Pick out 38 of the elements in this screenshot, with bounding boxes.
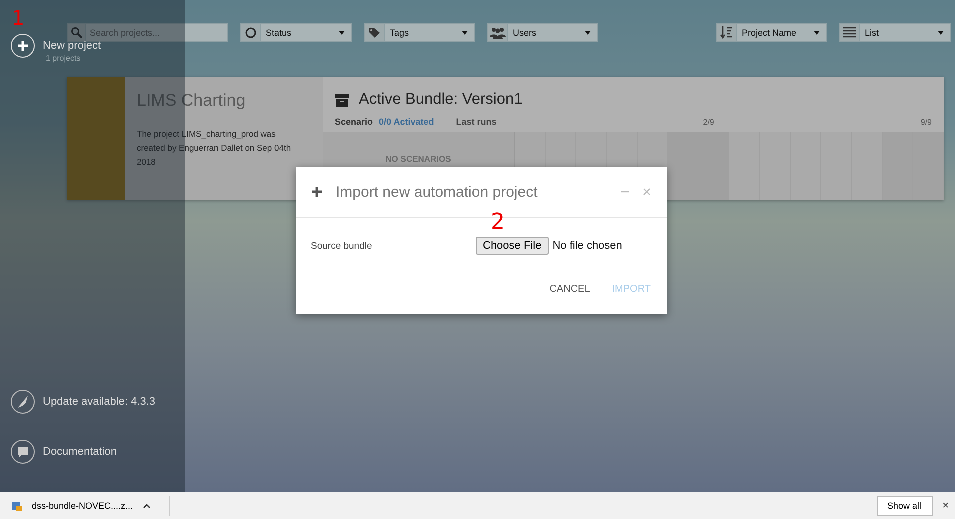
view-dropdown[interactable]: List	[839, 23, 951, 42]
source-bundle-label: Source bundle	[311, 240, 374, 252]
update-available-link[interactable]: Update available: 4.3.3	[43, 396, 156, 408]
new-project-link[interactable]: New project	[43, 40, 102, 52]
file-icon	[12, 500, 22, 510]
last-runs-label: Last runs	[456, 117, 497, 127]
tag-icon	[368, 26, 382, 38]
users-dropdown[interactable]: Users	[487, 23, 598, 42]
show-all-button[interactable]: Show all	[876, 496, 933, 516]
project-count: 1 projects	[46, 54, 82, 63]
caret-icon	[143, 502, 152, 508]
file-status-text: No file chosen	[552, 240, 622, 252]
help-icon	[11, 440, 35, 464]
bird-icon	[11, 390, 35, 414]
users-icon	[490, 26, 506, 38]
bundle-title: Active Bundle: Version1	[359, 91, 523, 109]
handwritten-annotation: 1	[12, 6, 25, 30]
close-button[interactable]: ×	[942, 500, 949, 512]
close-icon	[643, 188, 651, 196]
documentation-link[interactable]: Documentation	[43, 446, 117, 458]
status-dropdown[interactable]: Status	[240, 23, 352, 42]
list-icon	[843, 27, 856, 38]
choose-file-button[interactable]: Choose File	[476, 237, 549, 255]
archive-box-icon	[335, 94, 349, 106]
plus-icon	[312, 187, 322, 197]
circle-icon	[244, 26, 256, 38]
cancel-button[interactable]: CANCEL	[550, 284, 590, 295]
sort-icon	[720, 26, 733, 39]
sort-dropdown[interactable]: Project Name	[716, 23, 827, 42]
run-tick-label: 2/9	[703, 118, 714, 126]
search-icon	[70, 26, 82, 38]
run-tick-label: 9/9	[920, 118, 932, 126]
tags-dropdown[interactable]: Tags	[364, 23, 475, 42]
handwritten-annotation: 2	[491, 210, 505, 235]
scenario-label: Scenario	[335, 117, 374, 127]
download-file-name[interactable]: dss-bundle-NOVEC....z...	[32, 500, 134, 510]
project-description: The project LIMS_charting_prod was created by Enguerran Dallet on Sep 04th 2018	[137, 128, 292, 169]
plus-circle-icon	[11, 34, 35, 58]
